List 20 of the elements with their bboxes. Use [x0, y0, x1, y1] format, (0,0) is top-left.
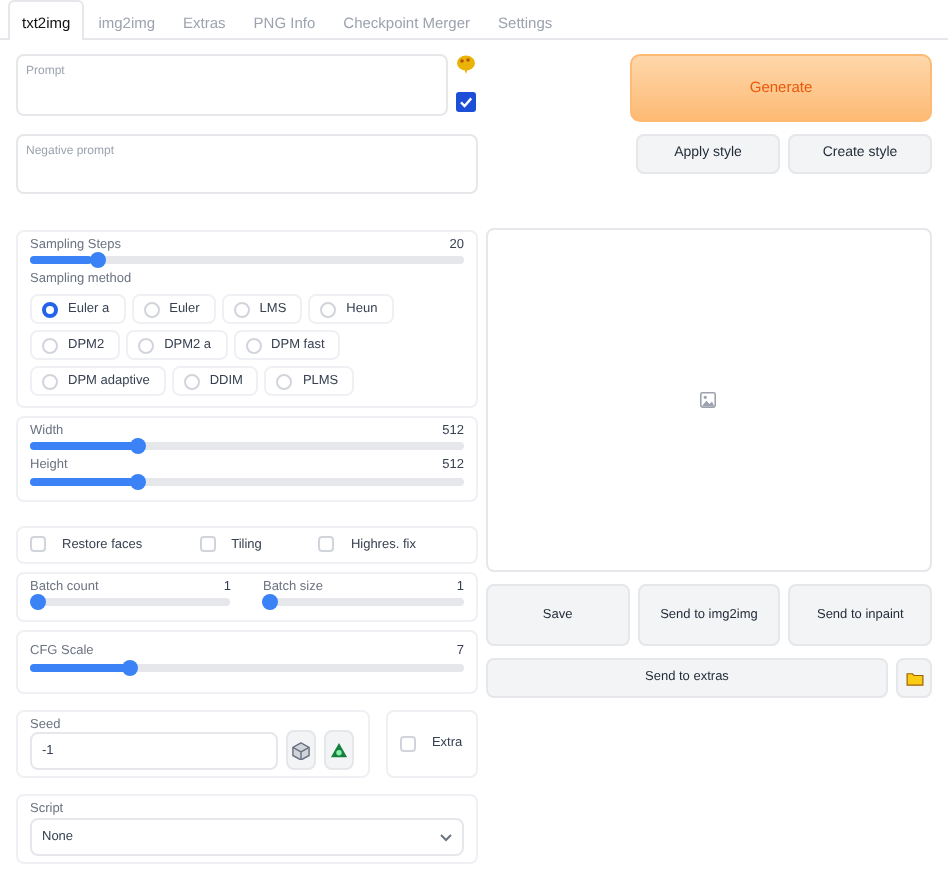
slider-handle[interactable] — [90, 252, 107, 269]
slider-track[interactable] — [30, 598, 231, 607]
slider-track[interactable] — [30, 256, 464, 265]
checkmark-icon[interactable] — [456, 92, 476, 112]
slider-track[interactable] — [30, 477, 464, 486]
folder-icon — [905, 671, 923, 685]
recycle-button[interactable] — [324, 730, 354, 771]
chevron-icon — [439, 833, 452, 841]
image-icon — [700, 392, 717, 408]
slider-track[interactable] — [30, 442, 464, 451]
slider-track[interactable] — [30, 663, 464, 672]
dice-button[interactable] — [286, 730, 316, 771]
slider-track[interactable] — [262, 598, 464, 607]
slider-handle[interactable] — [130, 438, 147, 455]
slider-handle[interactable] — [121, 659, 138, 676]
slider-handle[interactable] — [130, 473, 147, 490]
folder-button[interactable] — [896, 658, 932, 698]
dice-icon — [292, 741, 310, 760]
slider-handle[interactable] — [262, 594, 279, 611]
slider-handle[interactable] — [30, 594, 46, 611]
